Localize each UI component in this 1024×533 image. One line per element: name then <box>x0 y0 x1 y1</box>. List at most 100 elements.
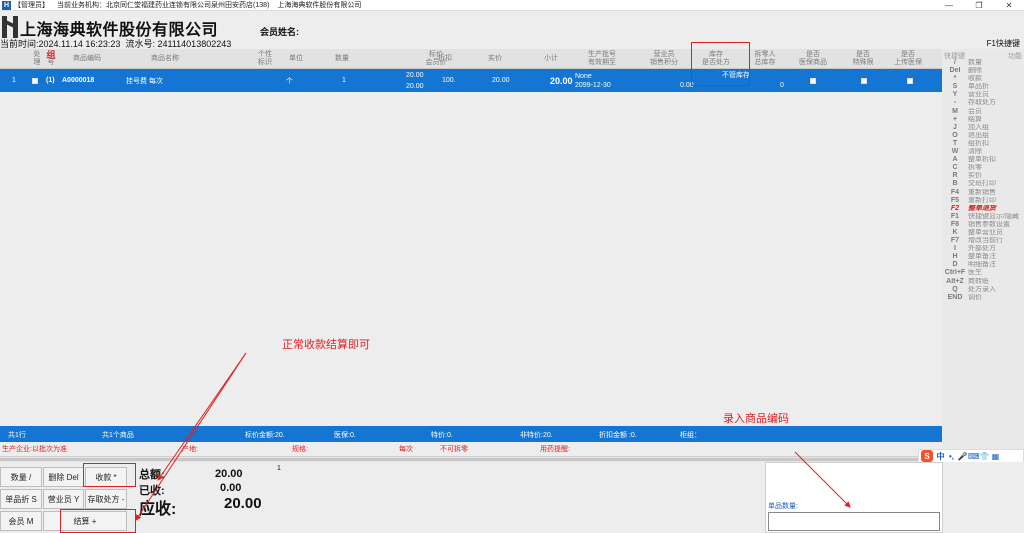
info-reminder: 用药提醒: <box>540 446 570 453</box>
sogou-logo-icon[interactable]: S <box>921 450 933 462</box>
shortcut-item[interactable]: Del 删除 <box>942 67 1024 75</box>
ime-grid-icon[interactable]: ▦ <box>990 452 1001 461</box>
f1-shortcut-label[interactable]: F1快捷键 <box>987 38 1020 49</box>
single-discount-button[interactable]: 单品折 S <box>0 489 42 509</box>
shortcut-label: 整单营业员 <box>968 228 1003 236</box>
shortcut-label: 退出组 <box>968 131 989 139</box>
item-count: 1 <box>277 465 281 472</box>
restore-button[interactable]: ❐ <box>964 0 994 11</box>
due-label: 应收: <box>139 501 177 518</box>
shortcut-item[interactable]: W 清除 <box>942 148 1024 156</box>
shortcut-key: F1 <box>950 212 960 220</box>
product-code-input[interactable] <box>768 512 940 531</box>
info-spec: 规格: <box>292 446 308 453</box>
shortcut-label: 重新打印 <box>968 196 996 204</box>
shortcut-item[interactable]: K 整单营业员 <box>942 229 1024 237</box>
minimize-button[interactable]: — <box>934 0 964 11</box>
qty-button[interactable]: 数量 / <box>0 467 42 487</box>
shortcut-key: S <box>952 83 958 91</box>
shortcut-item[interactable]: Ctrl+F 医生 <box>942 269 1024 277</box>
shortcut-key: K <box>952 228 958 236</box>
shortcut-label: 交班打印 <box>968 180 996 188</box>
shortcut-item[interactable]: Alt+Z 商转账 <box>942 278 1024 286</box>
staff-button[interactable]: 营业员 Y <box>43 489 84 509</box>
row-upload-checkbox[interactable] <box>907 77 913 84</box>
shortcut-item[interactable]: END 调价 <box>942 294 1024 302</box>
shortcut-key: F8 <box>950 220 960 228</box>
shortcut-item[interactable]: R 实价 <box>942 172 1024 180</box>
col-insured: 是否 医保商品 <box>799 51 827 66</box>
role-label: 【管理员】 <box>14 2 49 9</box>
row-subtotal: 20.00 <box>550 75 573 86</box>
shortcut-label: 收款 <box>968 75 982 83</box>
shortcut-key: H <box>952 253 958 261</box>
shortcut-item[interactable]: + 结算 <box>942 116 1024 124</box>
shortcut-label: 重新销售 <box>968 188 996 196</box>
shortcut-item[interactable]: / 数量 <box>942 59 1024 67</box>
shortcut-item[interactable]: I 外部处方 <box>942 245 1024 253</box>
scrollbar-thumb[interactable] <box>0 458 920 461</box>
shortcut-item[interactable]: F5 重新打印 <box>942 197 1024 205</box>
shortcut-label: 营业员 <box>968 91 989 99</box>
shortcut-item[interactable]: S 单品折 <box>942 83 1024 91</box>
col-staff: 营业员 销售积分 <box>650 51 678 66</box>
unit-qty-label: 单品数量: <box>768 503 798 510</box>
ime-mic-icon[interactable]: 🎤 <box>957 452 968 461</box>
shortcut-item[interactable]: F4 重新销售 <box>942 189 1024 197</box>
shortcut-item[interactable]: * 收款 <box>942 75 1024 83</box>
shortcut-item[interactable]: B 交班打印 <box>942 180 1024 188</box>
shortcut-key: Ctrl+F <box>944 269 966 277</box>
shortcut-item[interactable]: F8 销售参数设置 <box>942 221 1024 229</box>
ime-punct-icon[interactable]: •, <box>946 452 957 461</box>
shortcut-item[interactable]: F7 增改当前行 <box>942 237 1024 245</box>
shortcut-item[interactable]: F2 整单退货 <box>942 205 1024 213</box>
row-special-checkbox[interactable] <box>861 77 867 84</box>
table-empty-area[interactable] <box>0 92 942 426</box>
title-bar: H 【管理员】 当前业务机构：北京同仁堂福建药业连锁有限公司泉州田安药店(138… <box>0 0 1024 11</box>
table-row[interactable]: 1 (1) A0000018 挂号费 每次 个 1 20.00 20.00 10… <box>0 69 942 92</box>
shortcut-item[interactable]: Y 营业员 <box>942 91 1024 99</box>
shortcut-label: 处方录入 <box>968 285 996 293</box>
close-button[interactable]: ✕ <box>994 0 1024 11</box>
member-button[interactable]: 会员 M <box>0 511 42 531</box>
shortcut-item[interactable]: F1 快捷键显示/隐藏 <box>942 213 1024 221</box>
shortcut-item[interactable]: H 整单备注 <box>942 253 1024 261</box>
delete-button[interactable]: 删除 Del <box>43 467 84 487</box>
shortcut-item[interactable]: O 退出组 <box>942 132 1024 140</box>
app-icon: H <box>2 0 11 10</box>
shortcut-item[interactable]: Q 处方录入 <box>942 286 1024 294</box>
row-group: (1) <box>46 77 55 84</box>
summary-non-special: 非特价:20. <box>520 432 553 439</box>
row-price: 20.00 <box>406 72 424 79</box>
shortcut-label: 拆零 <box>968 164 982 172</box>
shortcut-item[interactable]: M 会员 <box>942 108 1024 116</box>
shortcut-label: 实价 <box>968 172 982 180</box>
shortcut-key: Q <box>952 285 958 293</box>
row-discount: 100. <box>442 77 456 84</box>
row-insured-checkbox[interactable] <box>810 77 816 84</box>
ime-skin-icon[interactable]: 👕 <box>979 452 990 461</box>
shortcut-list: / 数量 Del 删除 * 收款 S 单品折 Y 营业员 - 存取处方 M 会员 + 结算 J 加入组 O 退出组 T 组… <box>942 59 1024 302</box>
shortcut-key: A <box>952 156 958 164</box>
shortcut-item[interactable]: T 组折扣 <box>942 140 1024 148</box>
shortcut-key: T <box>952 139 958 147</box>
info-producer: 生产企业:以批次为准 <box>2 446 67 453</box>
shortcut-item[interactable]: D 明细备注 <box>942 261 1024 269</box>
shortcut-item[interactable]: J 加入组 <box>942 124 1024 132</box>
shortcut-item[interactable]: C 拆零 <box>942 164 1024 172</box>
col-upload: 是否 上传医保 <box>894 51 922 66</box>
col-special-limit: 是否 特殊限 <box>852 51 874 66</box>
shortcut-key: F2 <box>950 204 960 212</box>
col-process: 处理 <box>33 51 41 66</box>
shortcut-key: O <box>952 131 958 139</box>
prescription-button[interactable]: 存取处方 - <box>85 489 127 509</box>
info-origin: 产地: <box>182 446 198 453</box>
shortcut-item[interactable]: - 存取处方 <box>942 99 1024 107</box>
ime-toolbar[interactable]: S 中 •, 🎤 ⌨ 👕 ▦ <box>918 449 1024 463</box>
col-tag: 个性 标识 <box>258 51 272 66</box>
ime-lang-icon[interactable]: 中 <box>935 451 946 462</box>
shortcut-item[interactable]: A 整单折扣 <box>942 156 1024 164</box>
ime-keyboard-icon[interactable]: ⌨ <box>968 452 980 461</box>
row-checkbox[interactable] <box>32 77 38 84</box>
shortcut-label: 删除 <box>968 67 982 75</box>
